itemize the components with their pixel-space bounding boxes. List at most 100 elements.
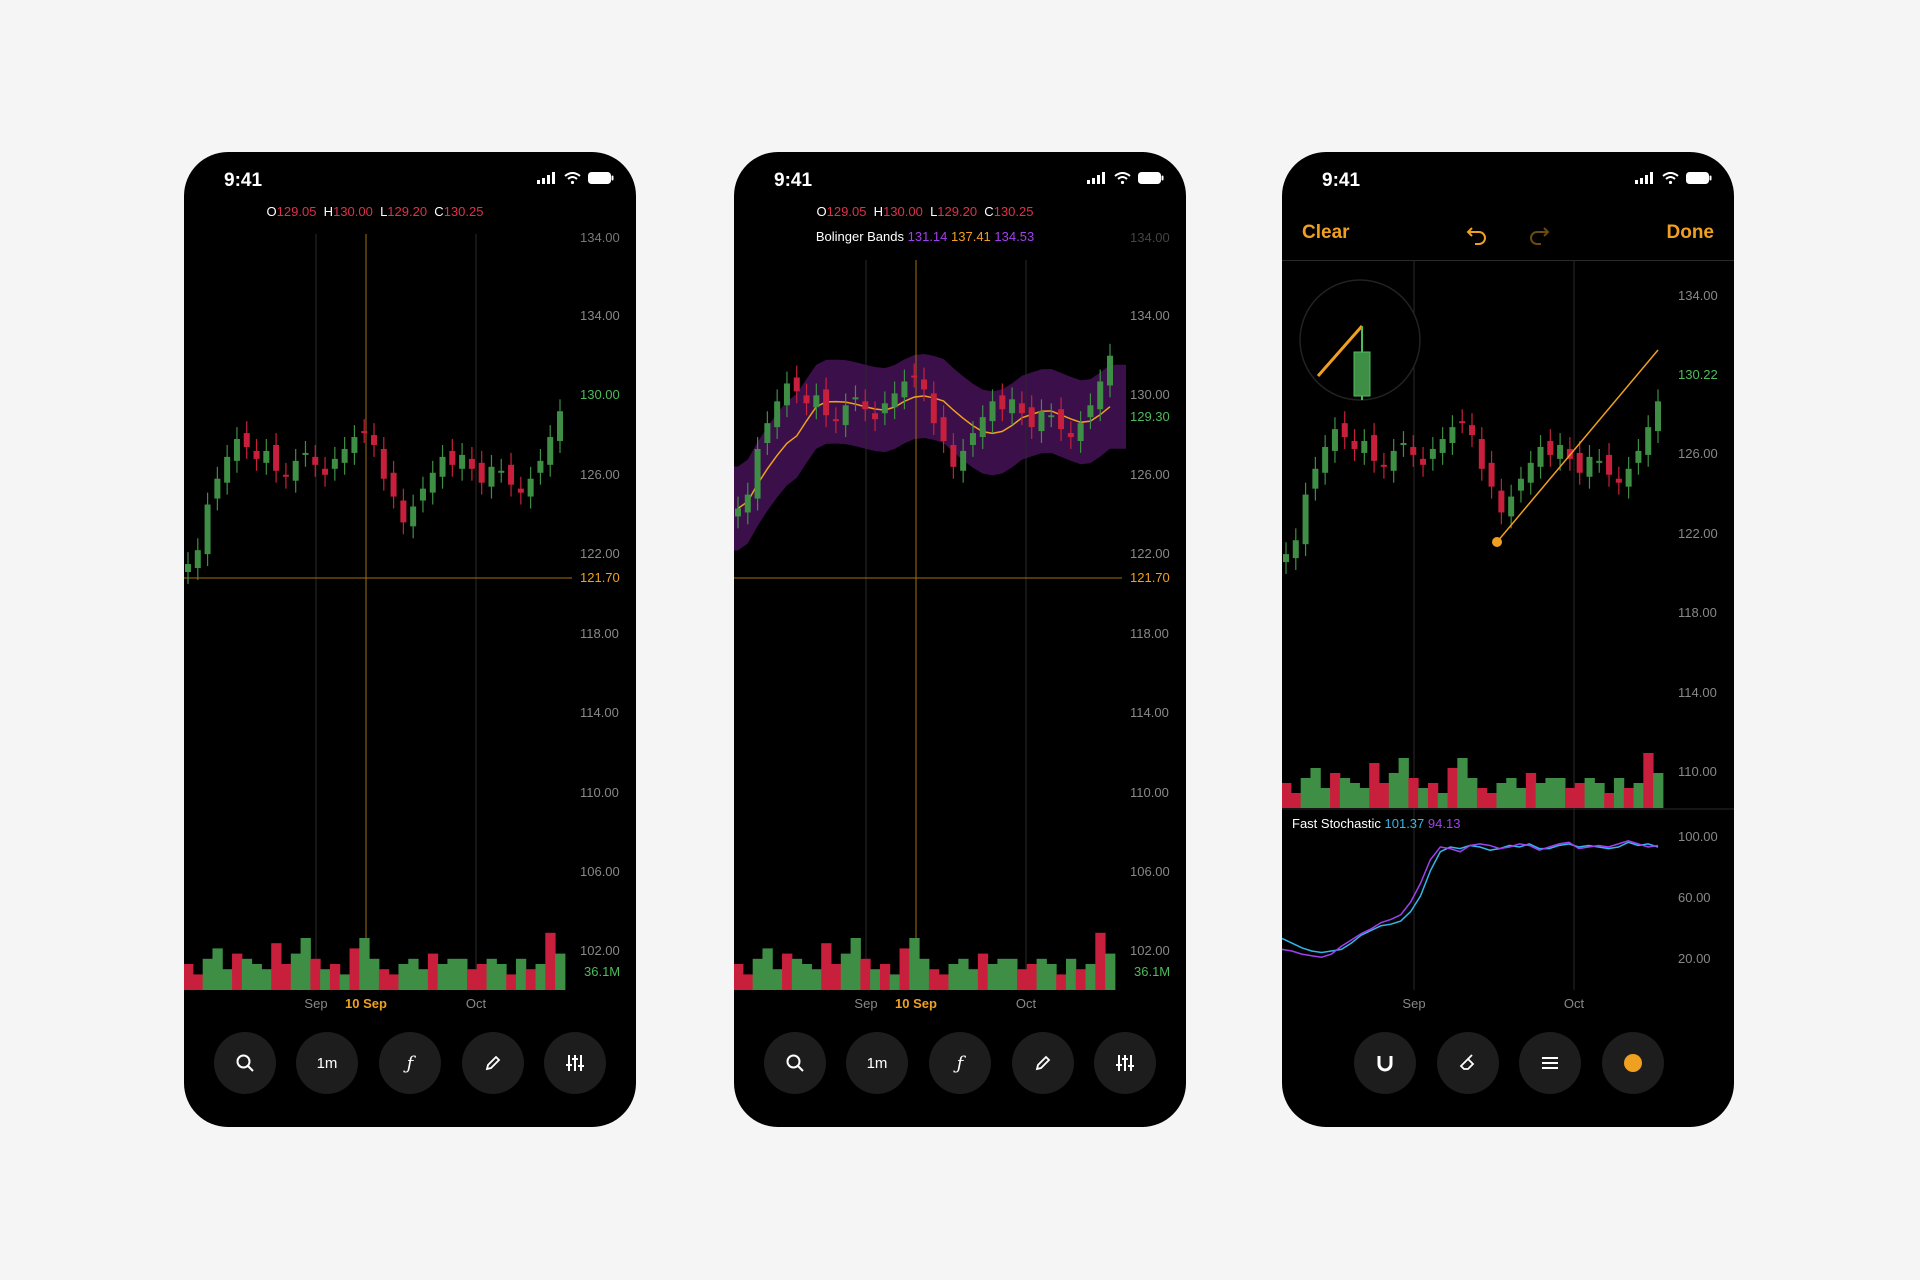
candle-body <box>498 470 505 473</box>
volume-bar <box>1604 793 1615 808</box>
volume-bar <box>1388 773 1400 808</box>
phone-panel-2: 9:41 O129.05 H130.00 L129.20 C130.25 Bol… <box>734 152 1186 1127</box>
candle-body <box>940 417 947 442</box>
candle-body <box>803 395 810 404</box>
crosshair-price-label: 121.70 <box>1130 570 1170 585</box>
candle-body <box>1439 439 1446 453</box>
volume-bar <box>1379 783 1390 808</box>
volume-bar <box>241 958 253 990</box>
candle-body <box>419 488 426 501</box>
volume-group <box>184 932 566 990</box>
volume-bar <box>1623 788 1635 808</box>
candle-body <box>1547 441 1554 455</box>
menu-lines-icon <box>1542 1057 1558 1069</box>
toolbar: 1m ƒ <box>734 1032 1186 1096</box>
volume-bar <box>457 958 468 990</box>
candle-body <box>1410 446 1417 455</box>
candle-body <box>969 433 976 445</box>
candle-body <box>1107 355 1113 386</box>
stoch-scale-100: 100.00 <box>1678 829 1718 844</box>
price-chart[interactable]: 134.00 134.00 130.00 126.00 122.00 121.7… <box>184 152 636 1012</box>
candle-body <box>214 478 221 499</box>
volume-bar <box>271 943 282 990</box>
candle-body <box>744 494 751 513</box>
volume-bar <box>202 958 213 990</box>
volume-bar <box>879 964 891 990</box>
volume-bar <box>1516 788 1527 808</box>
price-label-110: 110.00 <box>1678 764 1717 779</box>
candle-body <box>1537 446 1544 467</box>
settings-button[interactable] <box>1094 1032 1156 1094</box>
volume-bar <box>398 964 409 990</box>
candle-body <box>459 454 466 469</box>
candle-body <box>1018 403 1025 414</box>
interval-button[interactable]: 1m <box>296 1032 358 1094</box>
volume-bar <box>261 969 272 990</box>
volume-bar <box>1447 768 1458 808</box>
price-chart[interactable]: 134.00 134.00 130.00 129.30 126.00 122.0… <box>734 152 1186 1012</box>
volume-bar <box>1418 788 1429 808</box>
pencil-icon <box>1035 1055 1051 1071</box>
candle-body <box>862 401 869 410</box>
candle-body <box>1341 423 1348 438</box>
volume-bar <box>1026 964 1038 990</box>
price-label-122: 122.00 <box>1130 546 1170 561</box>
candle-body <box>1009 399 1016 414</box>
draw-button[interactable] <box>1012 1032 1074 1094</box>
indicators-button[interactable]: ƒ <box>929 1032 991 1094</box>
price-label-106: 106.00 <box>1130 864 1170 879</box>
indicators-button[interactable]: ƒ <box>379 1032 441 1094</box>
volume-bar <box>762 948 773 990</box>
volume-bar <box>1320 788 1331 808</box>
price-chart[interactable]: 134.00 130.22 126.00 122.00 118.00 114.0… <box>1282 152 1734 1012</box>
candle-body <box>891 393 898 408</box>
candle-body <box>881 403 888 414</box>
candle-body <box>488 466 495 487</box>
candle-body <box>1283 554 1289 563</box>
line-style-button[interactable] <box>1519 1032 1581 1094</box>
candle-body <box>1557 444 1564 459</box>
candle-body <box>1400 443 1407 445</box>
candle-body <box>302 452 309 455</box>
settings-button[interactable] <box>544 1032 606 1094</box>
stochastic-line-fast <box>1282 841 1659 954</box>
search-button[interactable] <box>764 1032 826 1094</box>
volume-bar <box>437 964 448 990</box>
x-label-sep: Sep <box>1402 996 1425 1011</box>
volume-bar <box>1369 763 1380 808</box>
interval-button[interactable]: 1m <box>846 1032 908 1094</box>
volume-bar <box>545 932 556 990</box>
volume-bar <box>821 943 832 990</box>
stochastic-label: Fast Stochastic 101.37 94.13 <box>1292 816 1460 831</box>
eraser-button[interactable] <box>1437 1032 1499 1094</box>
candle-body <box>439 456 446 477</box>
candle-body <box>429 472 436 493</box>
volume-bar <box>378 969 390 990</box>
volume-label: 36.1M <box>1134 964 1170 979</box>
magnet-button[interactable] <box>1354 1032 1416 1094</box>
x-label-oct: Oct <box>1564 996 1585 1011</box>
candle-body <box>380 448 387 479</box>
sliders-icon <box>566 1055 584 1071</box>
volume-bar <box>1398 758 1409 808</box>
candle-body <box>341 448 348 463</box>
volume-bar <box>1594 783 1605 808</box>
phone-panel-3: 9:41 Clear Done 134.00 130.22 126.00 122… <box>1282 152 1734 1127</box>
volume-bar <box>1486 793 1497 808</box>
volume-bar <box>467 969 478 990</box>
candle-body <box>1615 478 1622 483</box>
color-picker-button[interactable] <box>1602 1032 1664 1094</box>
volume-bar <box>909 938 920 990</box>
draw-button[interactable] <box>462 1032 524 1094</box>
search-button[interactable] <box>214 1032 276 1094</box>
candle-body <box>1361 441 1368 453</box>
candle-body <box>468 458 475 469</box>
candle-body <box>224 456 231 483</box>
volume-bar <box>734 964 744 990</box>
candle-body <box>508 464 515 485</box>
price-label-126: 126.00 <box>580 467 620 482</box>
volume-bar <box>388 974 399 990</box>
candle-body <box>832 419 839 422</box>
volume-bar <box>329 964 341 990</box>
volume-bar <box>958 958 969 990</box>
